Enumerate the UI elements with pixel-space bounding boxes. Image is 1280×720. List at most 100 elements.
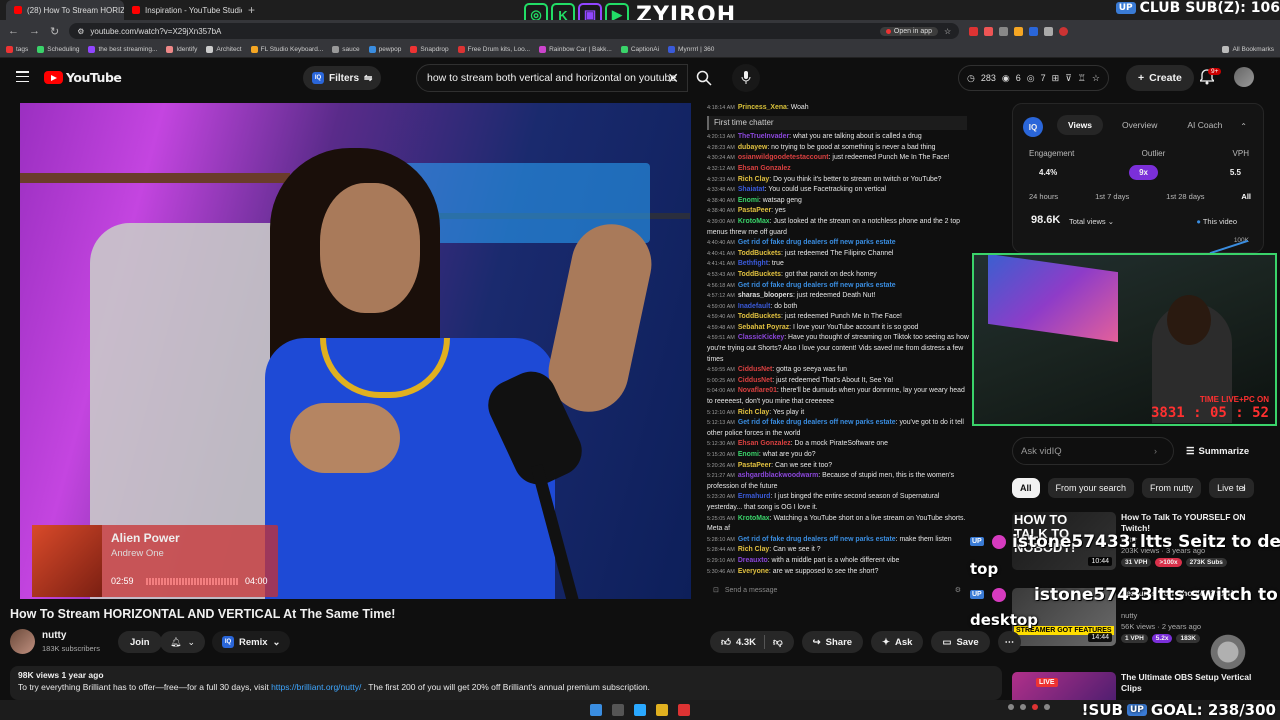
youtube-logo[interactable]: YouTube [44, 70, 122, 85]
summarize-button[interactable]: ☰ Summarize [1186, 446, 1249, 457]
all-bookmarks-button[interactable]: All Bookmarks [1222, 46, 1274, 53]
browser-tab-studio[interactable]: Inspiration - YouTube Studio ✕ [124, 0, 242, 20]
chat-username[interactable]: CiddusNet [738, 366, 772, 373]
chat-username[interactable]: Inadefault [738, 303, 771, 310]
chat-username[interactable]: Bethfight [738, 260, 768, 267]
bookmark-item[interactable]: Rainbow Car | Bakk... [539, 46, 612, 53]
bookmark-item[interactable]: tags [6, 46, 28, 53]
folder-icon[interactable] [656, 704, 668, 716]
extension-icon[interactable] [984, 26, 994, 36]
chip-all[interactable]: All [1012, 478, 1040, 498]
channel-name[interactable]: nutty [1121, 611, 1137, 620]
bookmark-item[interactable]: Architect [206, 46, 242, 53]
video-description[interactable]: 98K views 1 year ago To try everything B… [10, 666, 1002, 700]
reload-icon[interactable]: ↻ [50, 25, 59, 38]
browser-icon[interactable] [634, 704, 646, 716]
period-all[interactable]: All [1241, 192, 1251, 201]
chat-username[interactable]: Enomi [738, 451, 759, 458]
chat-username[interactable]: Ehsan Gonzalez [738, 165, 791, 172]
extensions-puzzle-icon[interactable] [1044, 26, 1054, 36]
bookmark-item[interactable]: Identify [166, 46, 197, 53]
chat-username[interactable]: Princess_Xena [738, 104, 787, 111]
forward-icon[interactable]: → [29, 25, 40, 37]
chip-from-nutty[interactable]: From nutty [1142, 478, 1202, 498]
tray-icon[interactable] [1044, 704, 1050, 710]
description-link[interactable]: https://brilliant.org/nutty/ [271, 682, 361, 692]
tab-overview[interactable]: Overview [1111, 115, 1168, 135]
bookmark-item[interactable]: Mynrrrl | 360 [668, 46, 714, 53]
windows-start-icon[interactable] [590, 704, 602, 716]
chat-username[interactable]: Get rid of fake drug dealers off new par… [738, 419, 896, 426]
video-title[interactable]: How To Talk To YOURSELF ON Twitch! [1121, 512, 1271, 534]
chat-username[interactable]: Rich Clay [738, 176, 769, 183]
search-button[interactable] [688, 64, 720, 92]
star-icon[interactable]: ☆ [944, 27, 951, 36]
remix-button[interactable]: IQ Remix ⌄ [212, 631, 291, 653]
back-icon[interactable]: ← [8, 25, 19, 37]
chat-username[interactable]: KrotoMax [738, 515, 770, 522]
chat-username[interactable]: dubayew [738, 144, 767, 151]
bookmark-item[interactable]: Free Drum kits, Loo... [457, 46, 530, 53]
extension-icon[interactable] [969, 26, 979, 36]
new-tab-icon[interactable]: + [248, 3, 255, 17]
url-field[interactable]: ⚙ youtube.com/watch?v=X29jXn357bA Open i… [69, 23, 960, 39]
chrome-icon[interactable] [678, 704, 690, 716]
chat-username[interactable]: Everyone [738, 568, 769, 575]
collapse-icon[interactable]: ⌃ [1240, 122, 1247, 131]
period-24h[interactable]: 24 hours [1029, 192, 1058, 201]
chat-username[interactable]: KrotoMax [738, 218, 770, 225]
hamburger-menu-icon[interactable] [16, 71, 29, 82]
chat-username[interactable]: osianwildgoodetestaccount [738, 154, 829, 161]
chat-username[interactable]: ToddBuckets [738, 271, 781, 278]
search-input[interactable]: how to stream both vertical and horizont… [416, 64, 688, 92]
chat-username[interactable]: ToddBuckets [738, 313, 781, 320]
site-info-icon[interactable]: ⚙ [77, 27, 84, 36]
chat-username[interactable]: PastaPeer [738, 207, 771, 214]
clear-search-icon[interactable]: ✕ [667, 70, 679, 87]
send-arrow-icon[interactable]: › [1154, 446, 1157, 456]
chat-settings-icon[interactable]: ⊡ [713, 586, 719, 594]
extension-icon[interactable] [999, 26, 1009, 36]
bookmark-item[interactable]: pewpop [368, 46, 401, 53]
filters-button[interactable]: IQ Filters ⇋ [303, 66, 382, 90]
chat-username[interactable]: Dreauxto [738, 557, 768, 564]
create-button[interactable]: + Create [1126, 65, 1194, 91]
extension-icon[interactable] [1029, 26, 1039, 36]
chat-username[interactable]: Sebahat Poyraz [738, 324, 789, 331]
chat-username[interactable]: ToddBuckets [738, 250, 781, 257]
account-avatar[interactable] [1234, 67, 1254, 87]
chat-username[interactable]: Get rid of fake drug dealers off new par… [738, 536, 896, 543]
tray-icon[interactable] [1032, 704, 1038, 710]
chat-username[interactable]: Get rid of fake drug dealers off new par… [738, 282, 896, 289]
views-select[interactable]: Total views ⌄ [1069, 217, 1114, 226]
chat-username[interactable]: Rich Clay [738, 409, 769, 416]
chevron-right-icon[interactable]: › [1242, 483, 1246, 495]
ask-vidiq-input[interactable]: Ask vidIQ [1012, 437, 1174, 465]
save-button[interactable]: ▭ Save [931, 631, 990, 653]
thumbs-down-icon[interactable]: 👎︎ [773, 636, 783, 648]
subscription-bell-button[interactable]: 🔔︎ ⌄ [160, 631, 205, 653]
extension-icon[interactable] [1014, 26, 1024, 36]
search-icon[interactable] [612, 704, 624, 716]
browser-tab-youtube[interactable]: (28) How To Stream HORIZ… ✕ [6, 0, 124, 20]
chat-input[interactable]: ⊡ Send a message ⚙ [705, 582, 969, 598]
chat-username[interactable]: Rich Clay [738, 546, 769, 553]
chat-username[interactable]: Get rid of fake drug dealers off new par… [738, 239, 896, 246]
chat-username[interactable]: Novaflare01 [738, 387, 777, 394]
chat-username[interactable]: PastaPeer [738, 462, 771, 469]
open-in-app-button[interactable]: Open in app [879, 26, 939, 36]
chat-username[interactable]: Enomi [738, 197, 759, 204]
period-28d[interactable]: 1st 28 days [1166, 192, 1204, 201]
period-7d[interactable]: 1st 7 days [1095, 192, 1129, 201]
gear-icon[interactable]: ⚙ [955, 586, 961, 594]
bookmark-item[interactable]: Snapdrop [410, 46, 449, 53]
chat-username[interactable]: sharas_bloopers [738, 292, 793, 299]
chat-username[interactable]: ClassicKickey [738, 334, 784, 341]
video-thumbnail[interactable]: LIVE [1012, 672, 1116, 700]
tab-views[interactable]: Views [1057, 115, 1103, 135]
chip-live[interactable]: Live tel [1209, 478, 1254, 498]
chip-from-search[interactable]: From your search [1047, 478, 1135, 498]
chat-username[interactable]: Ermahurd [738, 493, 771, 500]
tray-icon[interactable] [1020, 704, 1026, 710]
bookmark-item[interactable]: the best streaming... [88, 46, 157, 53]
